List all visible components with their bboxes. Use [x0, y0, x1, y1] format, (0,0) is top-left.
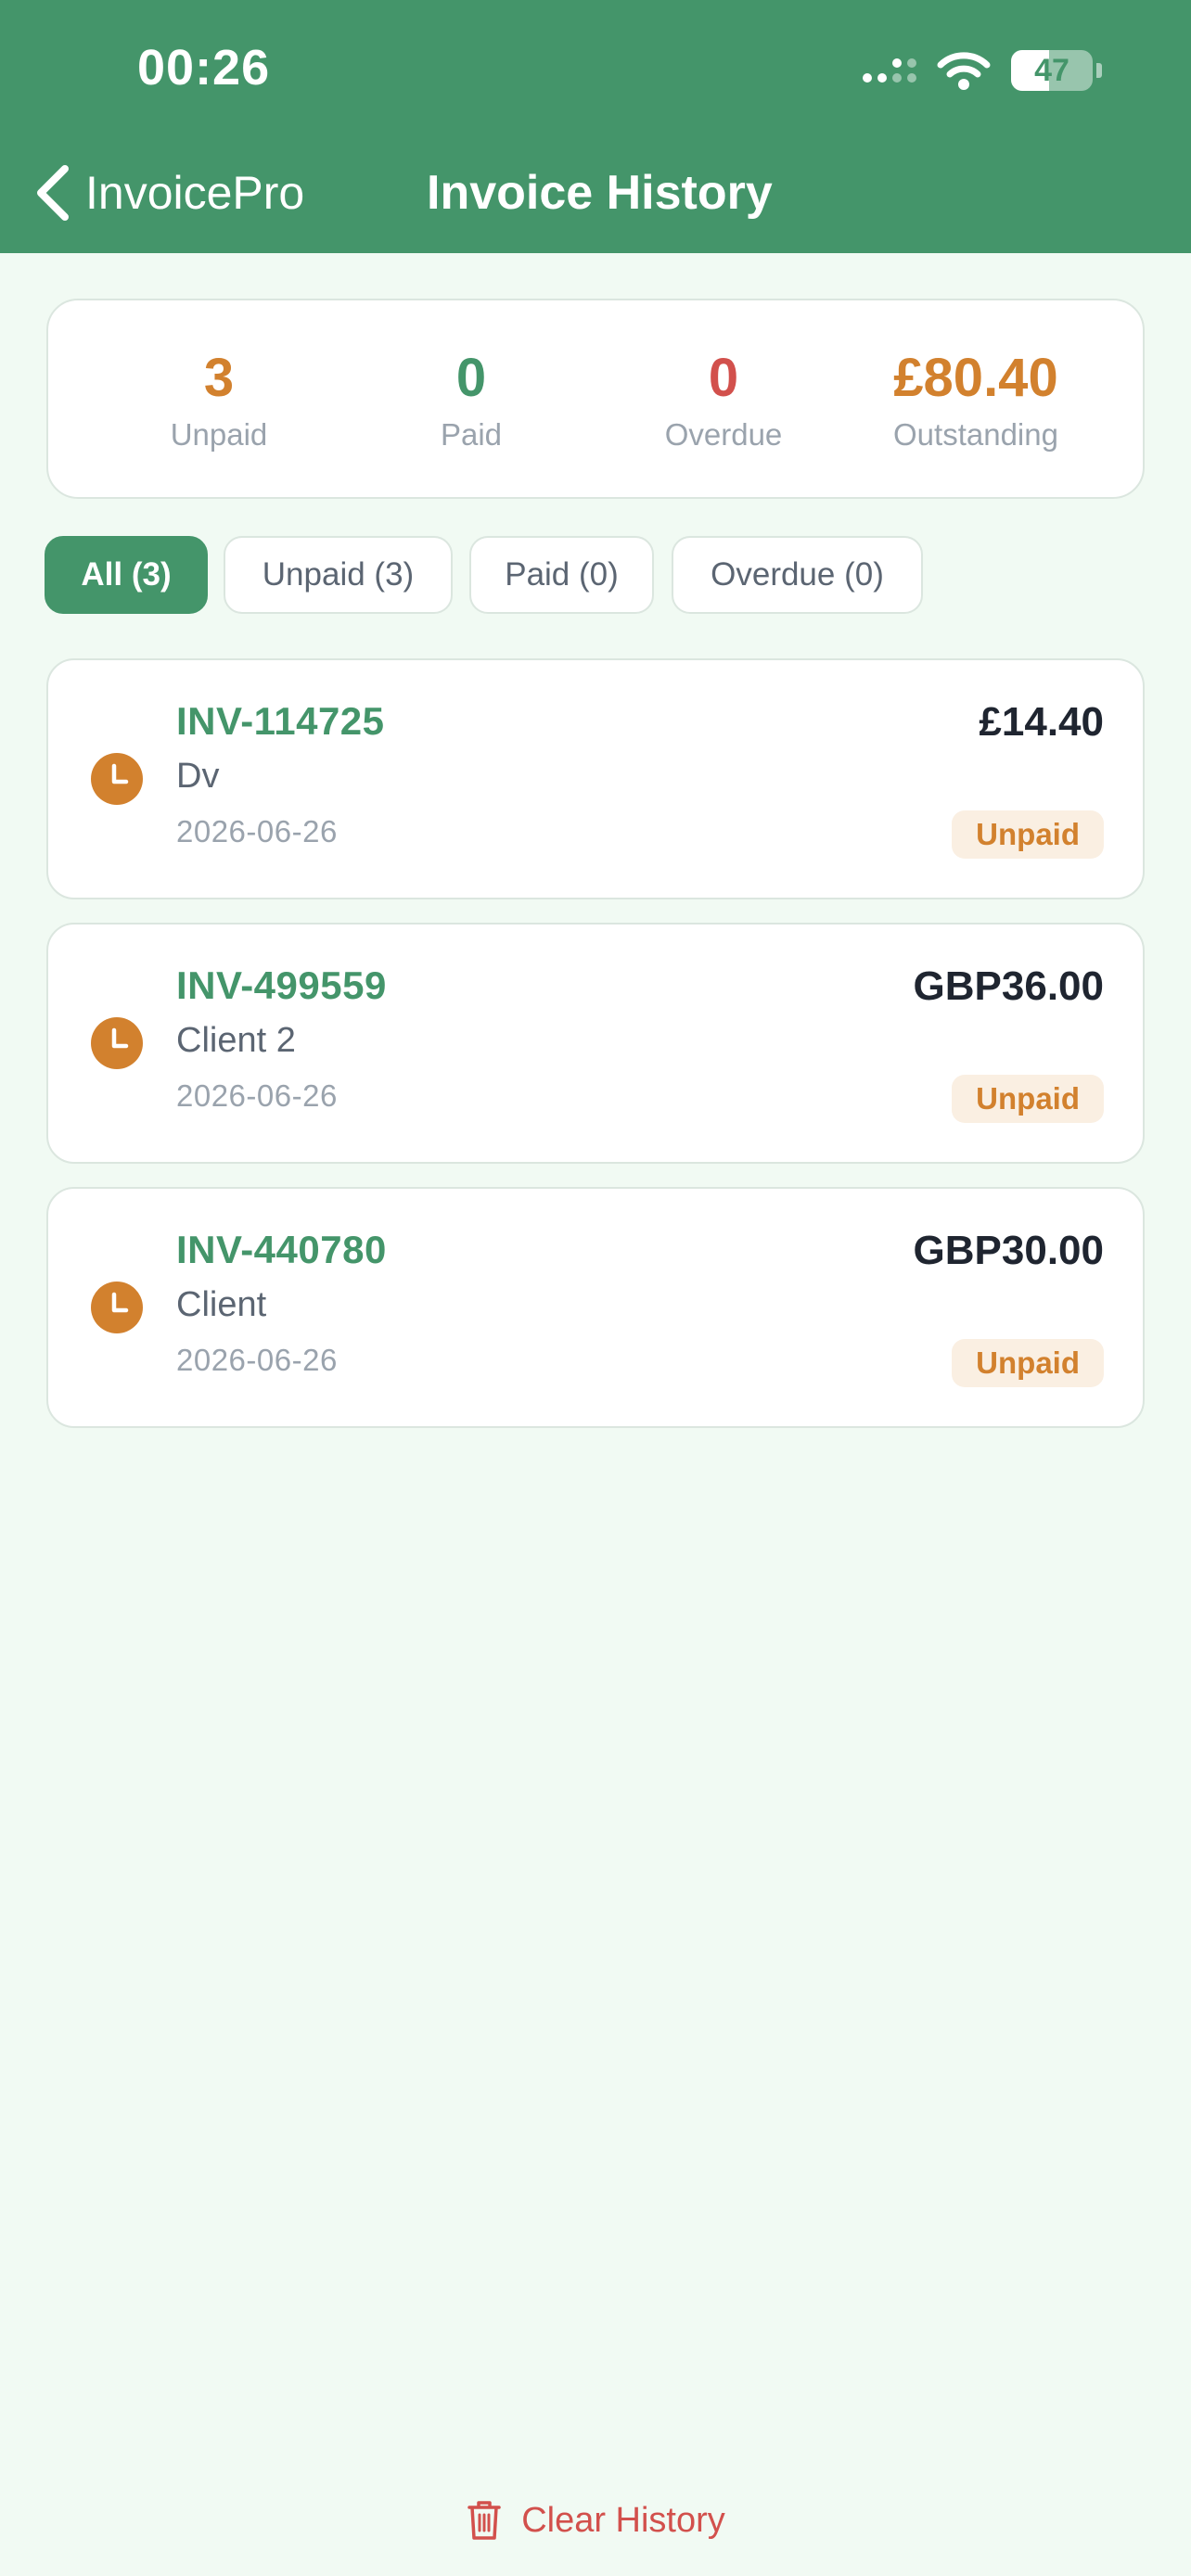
filter-unpaid[interactable]: Unpaid (3) [224, 536, 453, 614]
status-time: 00:26 [137, 40, 271, 96]
summary-card: 3 Unpaid 0 Paid 0 Overdue £80.40 Outstan… [46, 299, 1145, 499]
stat-value: 0 [455, 348, 487, 408]
status-badge: Unpaid [952, 1075, 1104, 1123]
clear-history-button[interactable]: Clear History [0, 2493, 1191, 2548]
stat-paid: 0 Paid [351, 349, 592, 453]
stat-unpaid: 3 Unpaid [98, 349, 339, 453]
stat-overdue: 0 Overdue [603, 349, 844, 453]
clock-icon [91, 1282, 143, 1333]
invoice-card[interactable]: INV-114725 Dv 2026-06-26 £14.40 Unpaid [46, 658, 1145, 899]
cellular-signal-icon [863, 58, 916, 83]
app-header: 00:26 47 InvoicePro Invoice History [0, 0, 1191, 253]
invoice-amount: £14.40 [979, 699, 1104, 745]
invoice-date: 2026-06-26 [176, 1078, 338, 1113]
invoice-client: Client 2 [176, 1021, 296, 1060]
filter-all[interactable]: All (3) [45, 536, 208, 614]
status-badge: Unpaid [952, 810, 1104, 859]
invoice-card[interactable]: INV-499559 Client 2 2026-06-26 GBP36.00 … [46, 923, 1145, 1164]
battery-nub [1096, 63, 1102, 78]
trash-icon [467, 2501, 501, 2540]
invoice-amount: GBP36.00 [913, 963, 1104, 1009]
page-title: Invoice History [427, 166, 773, 220]
stat-value: 3 [203, 348, 235, 408]
invoice-history-screen: 00:26 47 InvoicePro Invoice History 3 Un… [0, 0, 1191, 2576]
clear-history-label: Clear History [521, 2500, 725, 2540]
invoice-number: INV-114725 [176, 699, 385, 743]
stat-value: 0 [708, 348, 739, 408]
invoice-number: INV-499559 [176, 963, 387, 1007]
stat-label: Overdue [664, 417, 783, 452]
battery-icon: 47 [1011, 50, 1093, 91]
stat-outstanding: £80.40 Outstanding [855, 349, 1096, 453]
clock-icon [91, 1017, 143, 1069]
filter-overdue[interactable]: Overdue (0) [672, 536, 923, 614]
invoice-card[interactable]: INV-440780 Client 2026-06-26 GBP30.00 Un… [46, 1187, 1145, 1428]
back-label: InvoicePro [85, 167, 305, 219]
clock-icon [91, 753, 143, 805]
stat-label: Outstanding [893, 417, 1058, 452]
filter-paid[interactable]: Paid (0) [469, 536, 654, 614]
invoice-amount: GBP30.00 [913, 1228, 1104, 1273]
chevron-left-icon [37, 165, 69, 221]
status-badge: Unpaid [952, 1339, 1104, 1387]
stat-value: £80.40 [893, 348, 1058, 408]
invoice-date: 2026-06-26 [176, 1343, 338, 1377]
invoice-number: INV-440780 [176, 1228, 387, 1271]
back-button[interactable]: InvoicePro [33, 163, 304, 223]
battery-percent: 47 [1034, 53, 1069, 88]
status-icons: 47 [863, 45, 1102, 96]
stat-label: Paid [440, 417, 503, 452]
stat-label: Unpaid [170, 417, 268, 452]
invoice-date: 2026-06-26 [176, 814, 338, 848]
invoice-client: Client [176, 1285, 267, 1324]
invoice-client: Dv [176, 757, 220, 796]
wifi-icon [937, 52, 991, 90]
